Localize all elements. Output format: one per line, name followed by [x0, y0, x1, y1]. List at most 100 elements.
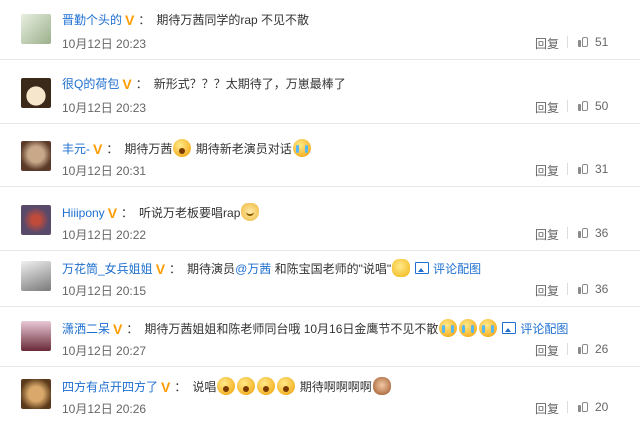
comment-time: 10月12日 20:22	[62, 228, 147, 242]
username-link[interactable]: 四方有点开四方了	[62, 380, 158, 394]
comment-time: 10月12日 20:23	[62, 101, 147, 115]
comment-text: 说唱	[192, 380, 217, 394]
divider	[567, 163, 568, 175]
divider	[567, 283, 568, 295]
comment-time: 10月12日 20:26	[62, 402, 147, 416]
comment-text: 期待啊啊啊啊	[299, 380, 372, 394]
like-button[interactable]: 31	[578, 162, 608, 176]
avatar[interactable]	[21, 14, 51, 44]
comment-time: 10月12日 20:23	[62, 37, 147, 51]
image-icon	[415, 262, 430, 274]
comment-line: 四方有点开四方了 V：说唱 期待啊啊啊啊	[62, 377, 392, 395]
comment-item: 丰元- V：期待万茜 期待新老演员对话 10月12日 20:31 回复 31	[0, 127, 640, 187]
thumbs-up-icon	[578, 100, 589, 111]
verified-badge-icon[interactable]: V	[113, 321, 122, 337]
comment-text: 期待新老演员对话	[195, 142, 292, 156]
divider	[567, 227, 568, 239]
verified-badge-icon[interactable]: V	[161, 379, 170, 395]
like-count: 51	[595, 35, 609, 49]
like-button[interactable]: 36	[578, 226, 608, 240]
divider	[567, 343, 568, 355]
username-link[interactable]: 潇洒二呆	[62, 322, 110, 336]
thumbs-up-icon	[578, 227, 589, 238]
comment-text: 期待演员	[187, 262, 236, 276]
username-link[interactable]: 很Q的荷包	[62, 77, 119, 91]
avatar[interactable]	[21, 321, 51, 351]
verified-badge-icon[interactable]: V	[122, 76, 131, 92]
comment-text: 期待万茜姐姐和陈老师同台哦 10月16日金鹰节不见不散	[144, 322, 439, 336]
comment-line: 晋勤个头的 V：期待万茜同学的rap 不见不散	[62, 12, 310, 28]
comment-item: Hiiipony V：听说万老板要唱rap 10月12日 20:22 回复 36	[0, 191, 640, 251]
reply-button[interactable]: 回复	[535, 342, 559, 359]
comment-image-link[interactable]: 评论配图	[433, 262, 481, 276]
avatar[interactable]	[21, 261, 51, 291]
fear-emoji-icon	[237, 377, 256, 395]
verified-badge-icon[interactable]: V	[156, 261, 165, 277]
verified-badge-icon[interactable]: V	[93, 141, 102, 157]
verified-badge-icon[interactable]: V	[125, 12, 134, 28]
comment-text: 期待万茜同学的rap 不见不散	[156, 13, 310, 27]
comment-list: 晋勤个头的 V：期待万茜同学的rap 不见不散 10月12日 20:23 回复 5…	[0, 0, 640, 436]
like-count: 31	[595, 162, 609, 176]
username-link[interactable]: 丰元-	[62, 142, 90, 156]
mention-link[interactable]: @万茜	[235, 262, 271, 276]
avatar[interactable]	[21, 205, 51, 235]
comment-text: 听说万老板要唱rap	[139, 206, 241, 220]
comment-line: Hiiipony V：听说万老板要唱rap	[62, 203, 260, 221]
like-count: 50	[595, 99, 609, 113]
like-button[interactable]: 26	[578, 342, 608, 356]
like-count: 36	[595, 226, 609, 240]
comment-time: 10月12日 20:31	[62, 164, 147, 178]
fear-emoji-icon	[217, 377, 236, 395]
username-link[interactable]: 晋勤个头的	[62, 13, 122, 27]
like-count: 26	[595, 342, 609, 356]
reply-button[interactable]: 回复	[535, 282, 559, 299]
thumbs-up-icon	[578, 283, 589, 294]
crying-emoji-icon	[459, 319, 478, 337]
reply-button[interactable]: 回复	[535, 226, 559, 243]
reply-button[interactable]: 回复	[535, 99, 559, 116]
fear-emoji-icon	[257, 377, 276, 395]
comment-line: 万花筒_女兵姐姐 V：期待演员@万茜 和陈宝国老师的"说唱" 评论配图	[62, 259, 482, 277]
fear-emoji-icon	[173, 139, 192, 157]
comment-line: 丰元- V：期待万茜 期待新老演员对话	[62, 139, 312, 157]
verified-badge-icon[interactable]: V	[108, 205, 117, 221]
comment-item: 四方有点开四方了 V：说唱 期待啊啊啊啊 10月12日 20:26 回复 20	[0, 365, 640, 425]
like-button[interactable]: 51	[578, 35, 608, 49]
thumbs-up-icon	[578, 163, 589, 174]
comment-time: 10月12日 20:15	[62, 284, 147, 298]
avatar[interactable]	[21, 141, 51, 171]
like-count: 20	[595, 400, 609, 414]
reply-button[interactable]: 回复	[535, 162, 559, 179]
divider	[567, 100, 568, 112]
reply-button[interactable]: 回复	[535, 35, 559, 52]
username-link[interactable]: 万花筒_女兵姐姐	[62, 262, 153, 276]
comment-item: 很Q的荷包 V：新形式？？？太期待了，万崽最棒了 10月12日 20:23 回复 …	[0, 64, 640, 124]
comment-text: 期待万茜	[124, 142, 173, 156]
thumbs-up-icon	[578, 401, 589, 412]
monkey-emoji-icon	[372, 377, 391, 395]
crying-emoji-icon	[439, 319, 458, 337]
crying-emoji-icon	[479, 319, 498, 337]
comment-image-link[interactable]: 评论配图	[520, 322, 568, 336]
like-count: 36	[595, 282, 609, 296]
comment-item: 潇洒二呆 V：期待万茜姐姐和陈老师同台哦 10月16日金鹰节不见不散 评论配图 10…	[0, 307, 640, 367]
cat-emoji-icon	[241, 203, 260, 221]
comment-time: 10月12日 20:27	[62, 344, 147, 358]
username-link[interactable]: Hiiipony	[62, 206, 105, 220]
image-icon	[502, 322, 517, 334]
comment-item: 晋勤个头的 V：期待万茜同学的rap 不见不散 10月12日 20:23 回复 5…	[0, 0, 640, 60]
thumbs-up-icon	[578, 36, 589, 47]
fear-emoji-icon	[277, 377, 296, 395]
like-button[interactable]: 20	[578, 400, 608, 414]
crying-emoji-icon	[292, 139, 311, 157]
comment-line: 潇洒二呆 V：期待万茜姐姐和陈老师同台哦 10月16日金鹰节不见不散 评论配图	[62, 319, 569, 337]
thumbs-up-icon	[578, 343, 589, 354]
avatar[interactable]	[21, 379, 51, 409]
like-button[interactable]: 36	[578, 282, 608, 296]
reply-button[interactable]: 回复	[535, 400, 559, 417]
avatar[interactable]	[21, 78, 51, 108]
comment-line: 很Q的荷包 V：新形式？？？太期待了，万崽最棒了	[62, 76, 346, 92]
like-button[interactable]: 50	[578, 99, 608, 113]
clap-emoji-icon	[392, 259, 411, 277]
